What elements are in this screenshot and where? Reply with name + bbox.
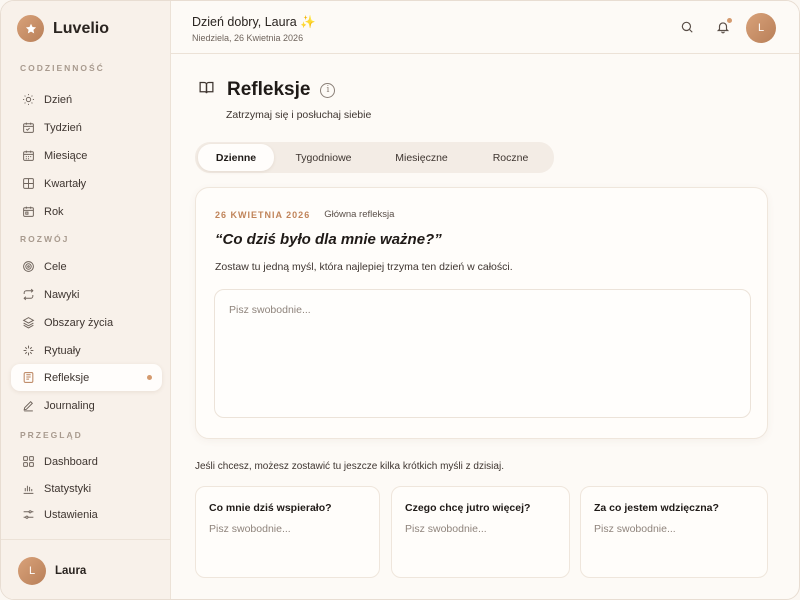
- dashboard-icon: [21, 455, 35, 469]
- calendar-year-icon: [21, 205, 35, 219]
- page-title-row: Refleksje i: [198, 79, 336, 101]
- app-window: Luvelio CODZIENNOŚĆ Dzień Tydzień Miesią…: [0, 0, 800, 600]
- repeat-icon: [21, 288, 35, 302]
- sidebar-item-label: Tydzień: [44, 121, 82, 134]
- sidebar-item-reflections[interactable]: Refleksje: [11, 364, 162, 391]
- bar-chart-icon: [21, 482, 35, 496]
- card-meta: 26 KWIETNIA 2026 Główna refleksja: [215, 209, 394, 220]
- search-icon[interactable]: [679, 19, 695, 35]
- reflection-textarea[interactable]: [214, 289, 751, 418]
- current-date: Niedziela, 26 Kwietnia 2026: [192, 33, 304, 43]
- sidebar-user[interactable]: L Laura: [1, 539, 171, 599]
- sidebar-item-label: Dzień: [44, 93, 73, 106]
- brand[interactable]: Luvelio: [17, 15, 109, 42]
- extra-card-tomorrow: Czego chcę jutro więcej?: [391, 486, 570, 578]
- sidebar-item-quarters[interactable]: Kwartały: [11, 170, 162, 197]
- header-avatar[interactable]: L: [746, 13, 776, 43]
- active-indicator-dot: [147, 375, 152, 380]
- sidebar-item-life-areas[interactable]: Obszary życia: [11, 309, 162, 336]
- tab-monthly[interactable]: Miesięczne: [373, 144, 470, 171]
- extra-card-title: Co mnie dziś wspierało?: [209, 502, 332, 514]
- extra-card-input[interactable]: [405, 523, 555, 535]
- page-title: Refleksje: [227, 79, 311, 100]
- calendar-week-icon: [21, 121, 35, 135]
- sidebar-item-label: Ustawienia: [44, 508, 98, 521]
- notebook-icon: [21, 371, 35, 385]
- extra-thoughts-hint: Jeśli chcesz, możesz zostawić tu jeszcze…: [195, 461, 504, 472]
- extra-card-title: Czego chcę jutro więcej?: [405, 502, 531, 514]
- reflection-date: 26 KWIETNIA 2026: [215, 209, 311, 220]
- extra-card-support: Co mnie dziś wspierało?: [195, 486, 380, 578]
- page-subtitle: Zatrzymaj się i posłuchaj siebie: [226, 109, 372, 121]
- sidebar-item-label: Rytuały: [44, 344, 81, 357]
- main-content: Refleksje i Zatrzymaj się i posłuchaj si…: [171, 54, 799, 599]
- avatar: L: [18, 556, 46, 585]
- sidebar-item-goals[interactable]: Cele: [11, 253, 162, 280]
- sidebar-item-week[interactable]: Tydzień: [11, 114, 162, 141]
- sparkles-icon: [21, 344, 35, 358]
- sidebar-item-label: Journaling: [44, 399, 95, 412]
- user-name: Laura: [55, 564, 87, 577]
- sidebar-item-rituals[interactable]: Rytuały: [11, 337, 162, 364]
- tab-yearly[interactable]: Roczne: [470, 144, 551, 171]
- star-icon: [17, 15, 44, 42]
- sidebar-item-label: Obszary życia: [44, 316, 114, 329]
- tab-weekly[interactable]: Tygodniowe: [274, 144, 373, 171]
- tab-daily[interactable]: Dzienne: [198, 144, 274, 171]
- extra-card-gratitude: Za co jestem wdzięczna?: [580, 486, 768, 578]
- sidebar-item-label: Nawyki: [44, 288, 80, 301]
- sidebar-item-label: Cele: [44, 260, 67, 273]
- notification-dot: [727, 18, 732, 23]
- grid-icon: [21, 177, 35, 191]
- sidebar-item-statistics[interactable]: Statystyki: [11, 475, 162, 502]
- calendar-month-icon: [21, 149, 35, 163]
- sidebar-item-label: Statystyki: [44, 482, 92, 495]
- sidebar-item-habits[interactable]: Nawyki: [11, 281, 162, 308]
- sidebar-item-settings[interactable]: Ustawienia: [11, 501, 162, 528]
- sidebar-item-label: Dashboard: [44, 455, 98, 468]
- sidebar-item-journaling[interactable]: Journaling: [11, 392, 162, 419]
- sidebar-item-year[interactable]: Rok: [11, 198, 162, 225]
- sun-icon: [21, 93, 35, 107]
- extra-card-input[interactable]: [209, 523, 359, 535]
- section-label-daily: CODZIENNOŚĆ: [20, 63, 105, 73]
- bell-icon[interactable]: [715, 18, 732, 35]
- greeting-text: Dzień dobry, Laura ✨: [192, 15, 316, 29]
- reflection-question: “Co dziś było dla mnie ważne?”: [215, 231, 442, 248]
- sidebar-item-dashboard[interactable]: Dashboard: [11, 448, 162, 475]
- sidebar-item-day[interactable]: Dzień: [11, 86, 162, 113]
- pen-icon: [21, 399, 35, 413]
- layers-icon: [21, 316, 35, 330]
- main-reflection-card: 26 KWIETNIA 2026 Główna refleksja “Co dz…: [195, 187, 768, 439]
- book-icon: [198, 79, 215, 101]
- section-label-growth: ROZWÓJ: [20, 234, 70, 244]
- reflection-description: Zostaw tu jedną myśl, która najlepiej tr…: [215, 261, 513, 273]
- sidebar: Luvelio CODZIENNOŚĆ Dzień Tydzień Miesią…: [1, 1, 171, 599]
- brand-name: Luvelio: [53, 19, 110, 37]
- sidebar-item-label: Miesiące: [44, 149, 88, 162]
- reflection-kind: Główna refleksja: [324, 209, 395, 220]
- sidebar-item-months[interactable]: Miesiące: [11, 142, 162, 169]
- section-label-overview: PRZEGLĄD: [20, 430, 83, 440]
- target-icon: [21, 260, 35, 274]
- info-icon[interactable]: i: [320, 82, 336, 98]
- period-tabs: Dzienne Tygodniowe Miesięczne Roczne: [195, 142, 554, 173]
- sidebar-item-label: Kwartały: [44, 177, 87, 190]
- extra-card-input[interactable]: [594, 523, 744, 535]
- top-header: Dzień dobry, Laura ✨ Niedziela, 26 Kwiet…: [171, 1, 799, 54]
- extra-card-title: Za co jestem wdzięczna?: [594, 502, 719, 514]
- sidebar-item-label: Refleksje: [44, 371, 90, 384]
- sidebar-item-label: Rok: [44, 205, 64, 218]
- sliders-icon: [21, 508, 35, 522]
